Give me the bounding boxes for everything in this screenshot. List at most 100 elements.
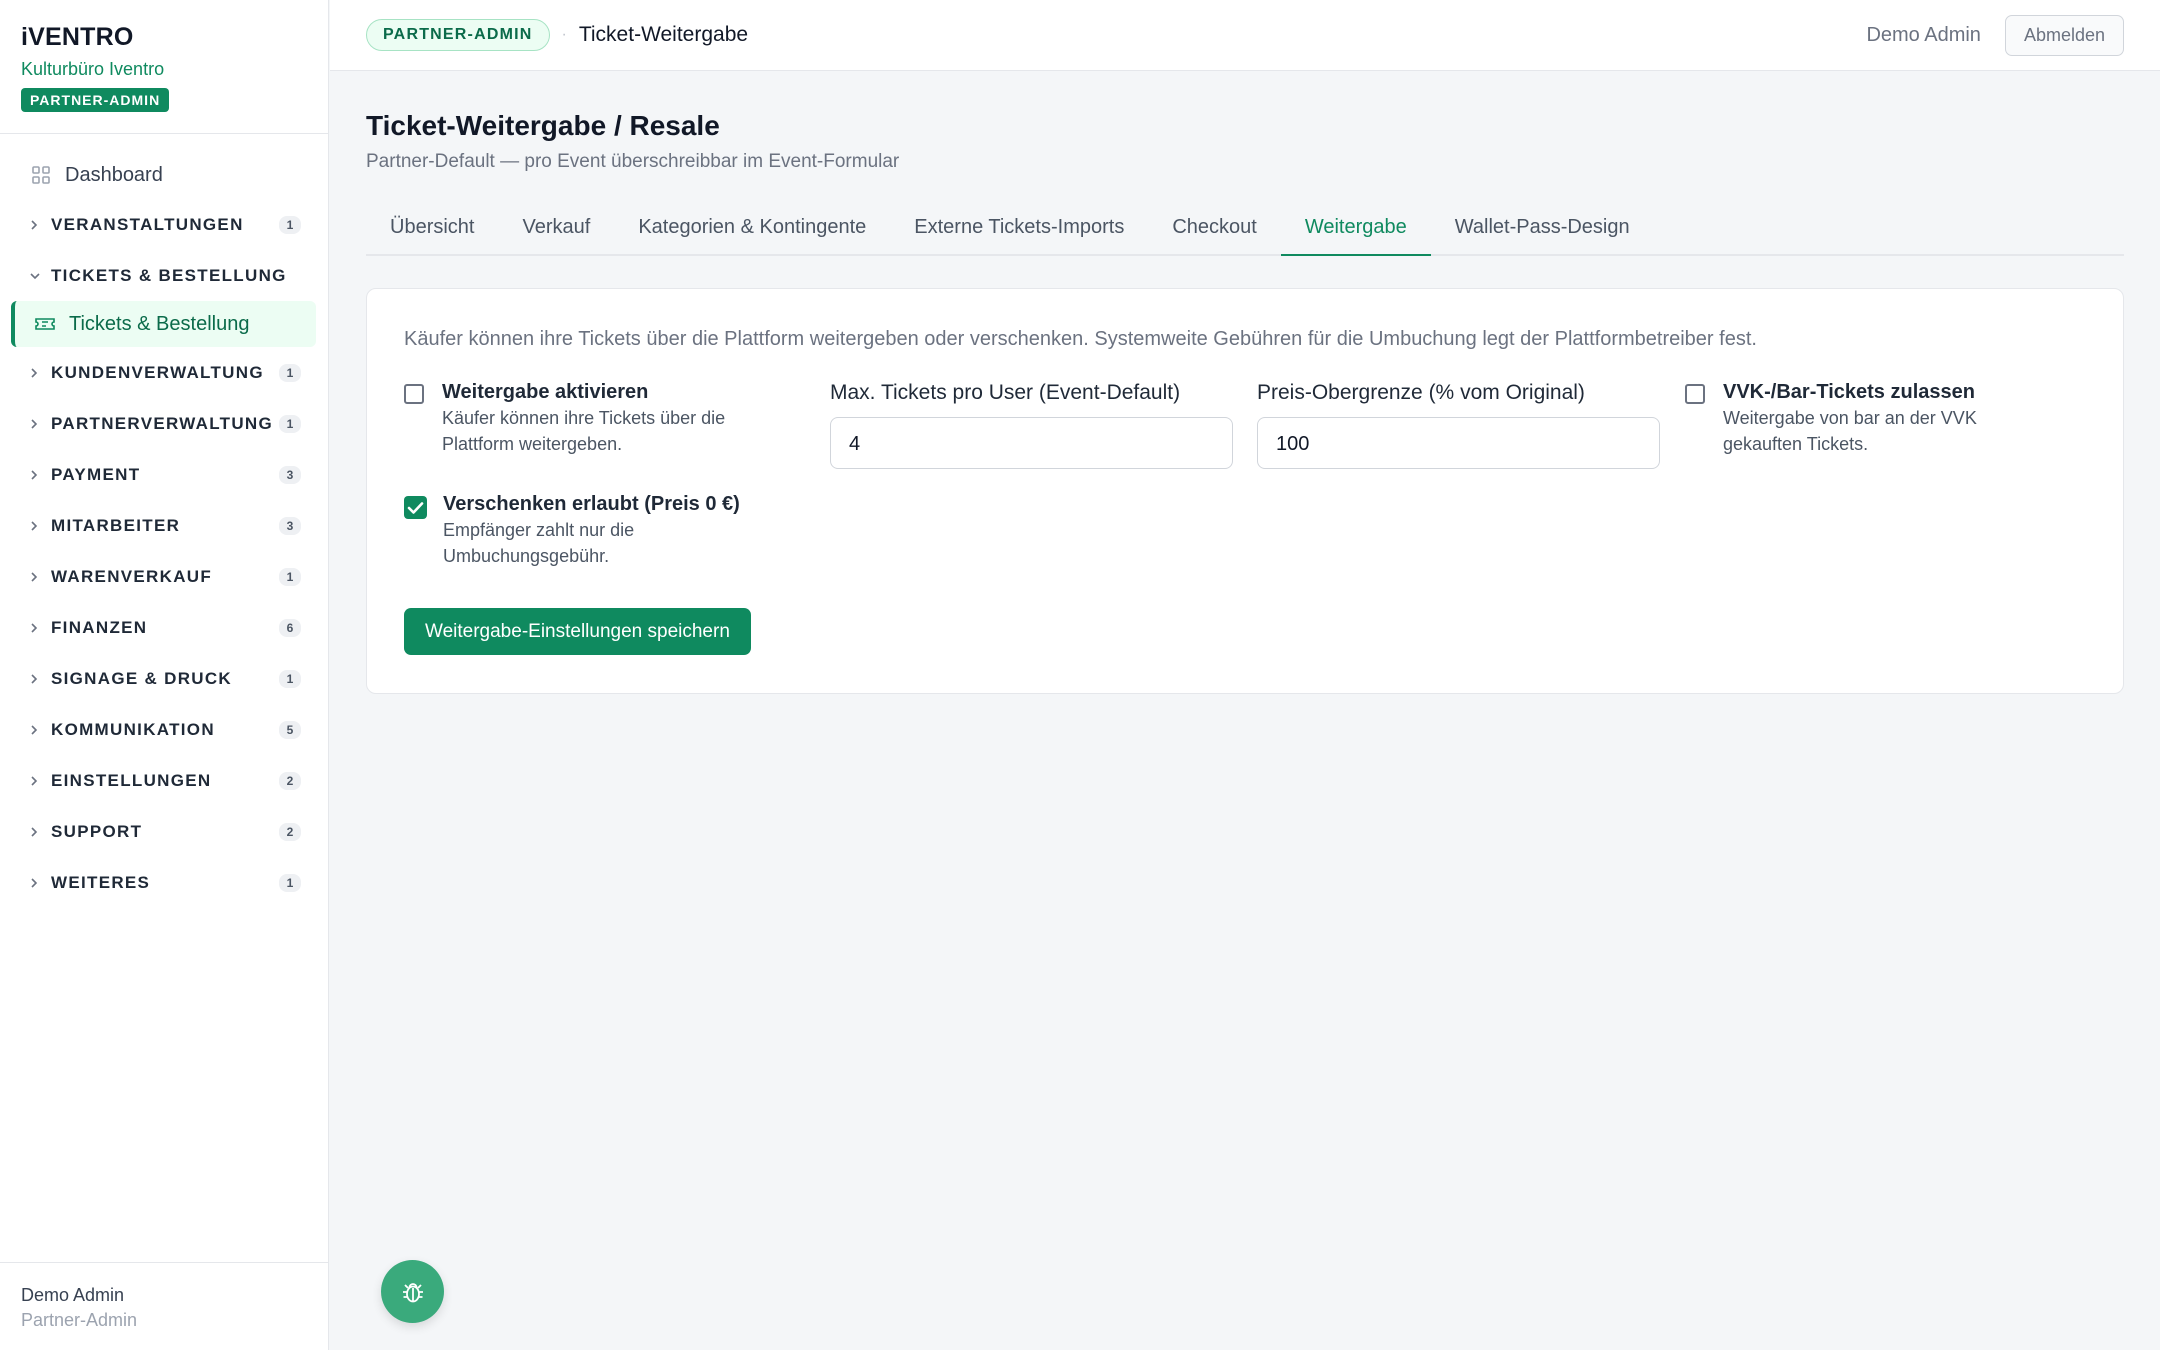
sidebar-group-payment[interactable]: PAYMENT 3 <box>0 449 328 500</box>
price-cap-field: Preis-Obergrenze (% vom Original) 100 <box>1257 380 1660 469</box>
checkbox-description: Käufer können ihre Tickets über die Platt… <box>442 408 726 454</box>
sidebar-group-label: KUNDENVERWALTUNG <box>51 362 264 382</box>
role-badge: PARTNER-ADMIN <box>21 88 170 112</box>
chevron-down-icon <box>29 271 43 281</box>
chevron-right-icon <box>29 219 43 231</box>
sidebar-group-label: EINSTELLUNGEN <box>51 770 212 790</box>
sidebar-user-role: Partner-Admin <box>21 1310 138 1330</box>
sidebar-group-label: SUPPORT <box>51 821 143 841</box>
checkbox-description: Empfänger zahlt nur die Umbuchungsgebühr. <box>443 520 635 566</box>
main-content: Ticket-Weitergabe / Resale Partner-Defau… <box>366 71 2124 694</box>
sidebar-group-signage-druck[interactable]: SIGNAGE & DRUCK 1 <box>0 653 328 704</box>
chevron-right-icon <box>29 877 43 889</box>
breadcrumb: Ticket-Weitergabe <box>578 23 749 46</box>
count-badge: 2 <box>279 822 301 841</box>
sidebar-item-label: Tickets & Bestellung <box>69 312 250 335</box>
gift-allowed-option[interactable]: Verschenken erlaubt (Preis 0 €) Empfänge… <box>404 492 740 569</box>
sidebar-group-veranstaltungen[interactable]: VERANSTALTUNGEN 1 <box>0 199 328 250</box>
tab-wallet-pass-design[interactable]: Wallet-Pass-Design <box>1431 208 1654 256</box>
checkbox-description: Weitergabe von bar an der VVK gekauften T… <box>1723 408 1977 454</box>
checkbox-title: Weitergabe aktivieren <box>442 381 649 403</box>
max-tickets-input[interactable]: 4 <box>830 417 1233 469</box>
sidebar-group-label: PAYMENT <box>51 464 141 484</box>
count-badge: 3 <box>279 516 301 535</box>
sidebar-group-support[interactable]: SUPPORT 2 <box>0 806 328 857</box>
sidebar-group-weiteres[interactable]: WEITERES 1 <box>0 857 328 908</box>
chevron-right-icon <box>29 367 43 379</box>
topbar: PARTNER-ADMIN · Ticket-Weitergabe Demo A… <box>330 0 2160 71</box>
chevron-right-icon <box>29 724 43 736</box>
sidebar-user: Demo Admin Partner-Admin <box>0 1262 328 1350</box>
count-badge: 1 <box>279 215 301 234</box>
check-icon <box>407 501 424 514</box>
tab-verkauf[interactable]: Verkauf <box>498 208 614 256</box>
count-badge: 1 <box>279 567 301 586</box>
chevron-right-icon <box>29 622 43 634</box>
sidebar-group-mitarbeiter[interactable]: MITARBEITER 3 <box>0 500 328 551</box>
brand-logo[interactable]: iVENTRO <box>21 22 307 52</box>
count-badge: 3 <box>279 465 301 484</box>
count-badge: 2 <box>279 771 301 790</box>
resale-settings-card: Käufer können ihre Tickets über die Plat… <box>366 288 2124 694</box>
sidebar-group-warenverkauf[interactable]: WARENVERKAUF 1 <box>0 551 328 602</box>
tab-bar: Übersicht Verkauf Kategorien & Kontingen… <box>366 208 2124 256</box>
sidebar-group-label: MITARBEITER <box>51 515 181 535</box>
logout-button[interactable]: Abmelden <box>2004 14 2124 56</box>
tab-externe-tickets-imports[interactable]: Externe Tickets-Imports <box>890 208 1148 256</box>
page-title: Ticket-Weitergabe / Resale <box>366 110 720 141</box>
sidebar-group-label: PARTNERVERWALTUNG <box>51 413 274 433</box>
field-label: Max. Tickets pro User (Event-Default) <box>830 381 1181 404</box>
sidebar-item-label: Dashboard <box>65 163 163 186</box>
sidebar-group-label: WARENVERKAUF <box>51 566 213 586</box>
bug-icon <box>402 1282 423 1302</box>
count-badge: 5 <box>279 720 301 739</box>
enable-resale-option[interactable]: Weitergabe aktivieren Käufer können ihre… <box>404 380 725 457</box>
count-badge: 1 <box>279 873 301 892</box>
sidebar-group-label: VERANSTALTUNGEN <box>51 214 244 234</box>
max-tickets-field: Max. Tickets pro User (Event-Default) 4 <box>830 380 1233 469</box>
role-pill: PARTNER-ADMIN <box>366 19 550 51</box>
tab-kategorien-kontingente[interactable]: Kategorien & Kontingente <box>614 208 890 256</box>
page-subtitle: Partner-Default — pro Event überschreibb… <box>366 151 900 172</box>
tab-uebersicht[interactable]: Übersicht <box>366 208 498 256</box>
save-button[interactable]: Weitergabe-Einstellungen speichern <box>404 608 751 655</box>
tab-checkout[interactable]: Checkout <box>1148 208 1281 256</box>
sidebar-group-kommunikation[interactable]: KOMMUNIKATION 5 <box>0 704 328 755</box>
breadcrumb-separator: · <box>561 26 567 43</box>
organization-name: Kulturbüro Iventro <box>21 59 165 79</box>
chevron-right-icon <box>29 418 43 430</box>
user-name: Demo Admin <box>1866 23 1981 46</box>
allow-vvk-checkbox[interactable] <box>1685 384 1705 404</box>
sidebar-group-label: TICKETS & BESTELLUNG <box>51 265 287 285</box>
sidebar-group-kundenverwaltung[interactable]: KUNDENVERWALTUNG 1 <box>0 347 328 398</box>
sidebar: iVENTRO Kulturbüro Iventro PARTNER-ADMIN… <box>0 0 329 1350</box>
sidebar-group-finanzen[interactable]: FINANZEN 6 <box>0 602 328 653</box>
ticket-icon <box>34 314 56 334</box>
intro-text: Käufer können ihre Tickets über die Plat… <box>404 328 1757 350</box>
count-badge: 1 <box>279 363 301 382</box>
sidebar-user-name: Demo Admin <box>21 1285 125 1305</box>
sidebar-group-label: SIGNAGE & DRUCK <box>51 668 233 688</box>
chevron-right-icon <box>29 673 43 685</box>
count-badge: 1 <box>279 669 301 688</box>
allow-vvk-option[interactable]: VVK-/Bar-Tickets zulassen Weitergabe von… <box>1685 380 1977 457</box>
brand: iVENTRO Kulturbüro Iventro PARTNER-ADMIN <box>0 0 328 134</box>
count-badge: 1 <box>279 414 301 433</box>
bug-report-button[interactable] <box>381 1260 444 1323</box>
sidebar-item-tickets-bestellung[interactable]: Tickets & Bestellung <box>11 301 316 347</box>
field-label: Preis-Obergrenze (% vom Original) <box>1257 381 1585 404</box>
chevron-right-icon <box>29 571 43 583</box>
gift-allowed-checkbox[interactable] <box>404 496 427 519</box>
sidebar-item-dashboard[interactable]: Dashboard <box>0 151 328 199</box>
chevron-right-icon <box>29 775 43 787</box>
sidebar-group-tickets[interactable]: TICKETS & BESTELLUNG <box>0 250 328 301</box>
checkbox-title: VVK-/Bar-Tickets zulassen <box>1723 381 1975 403</box>
price-cap-input[interactable]: 100 <box>1257 417 1660 469</box>
tab-weitergabe[interactable]: Weitergabe <box>1280 208 1431 256</box>
sidebar-group-einstellungen[interactable]: EINSTELLUNGEN 2 <box>0 755 328 806</box>
checkbox-title: Verschenken erlaubt (Preis 0 €) <box>443 493 740 515</box>
chevron-right-icon <box>29 826 43 838</box>
enable-resale-checkbox[interactable] <box>404 384 424 404</box>
sidebar-group-partnerverwaltung[interactable]: PARTNERVERWALTUNG 1 <box>0 398 328 449</box>
sidebar-group-label: WEITERES <box>51 872 151 892</box>
